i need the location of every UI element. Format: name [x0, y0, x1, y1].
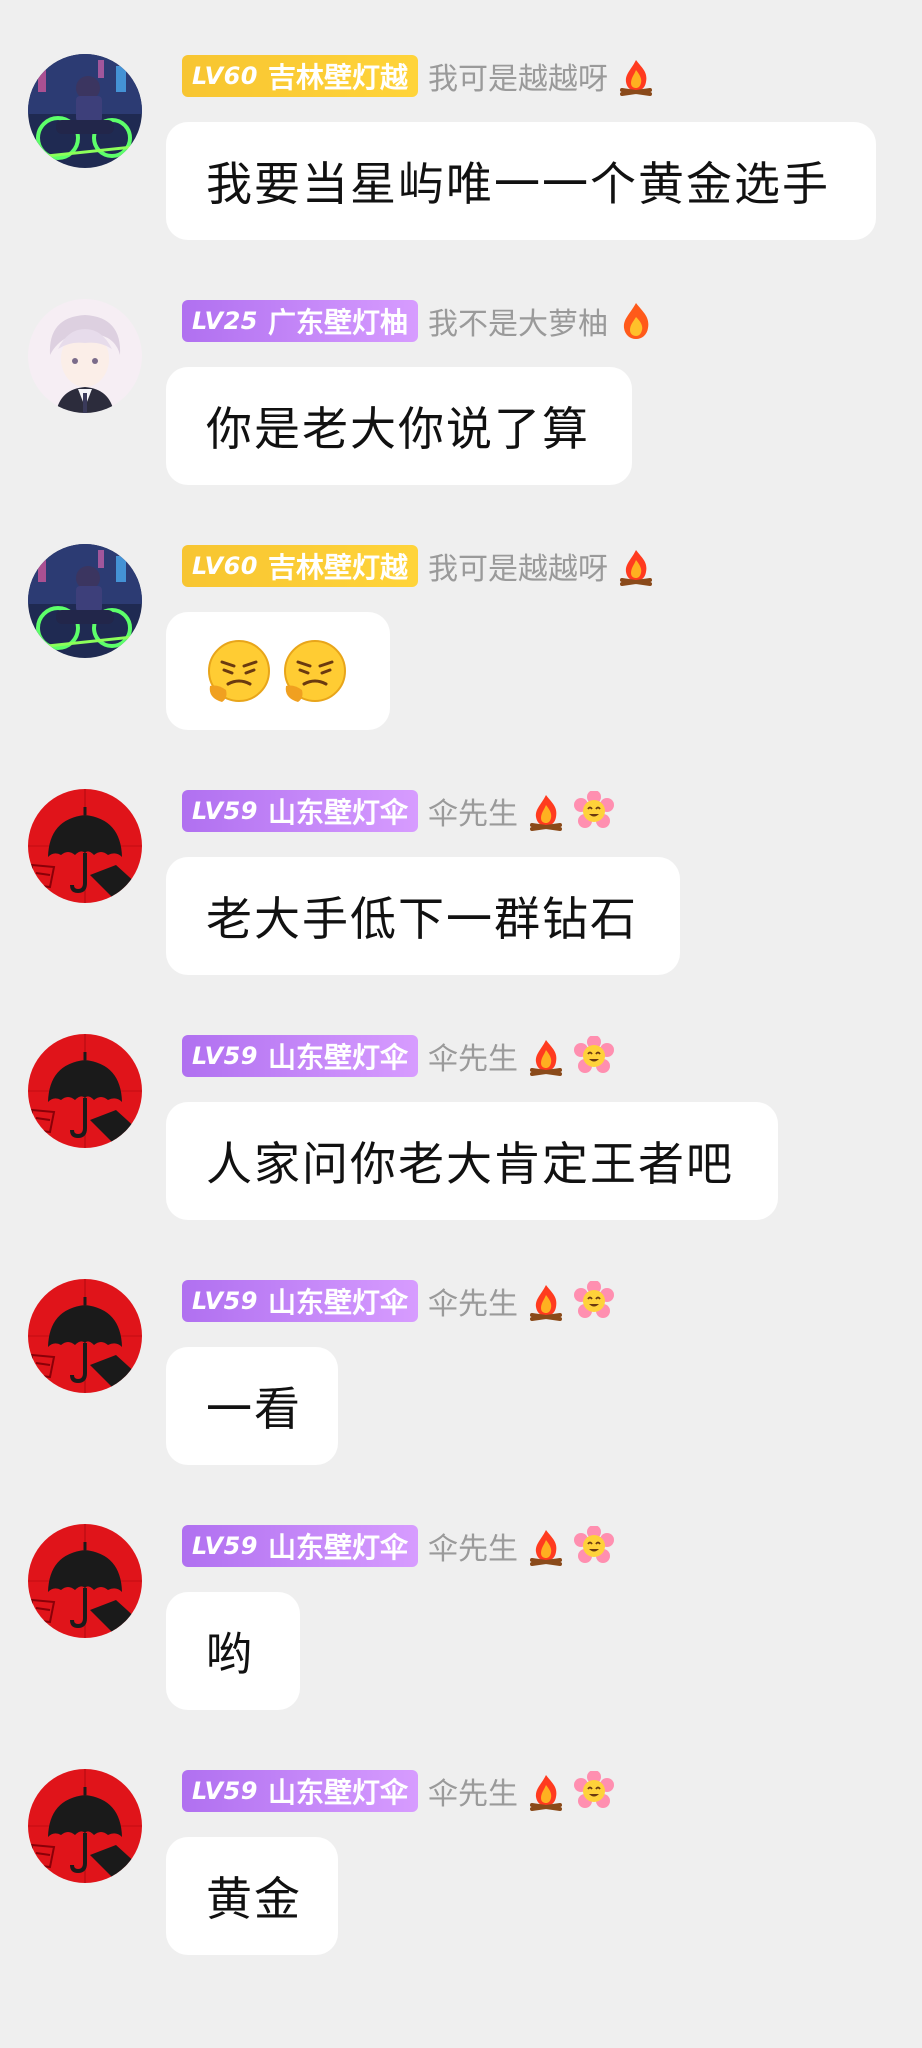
flower-face-icon — [574, 1771, 614, 1811]
message-bubble[interactable]: 你是老大你说了算 — [166, 367, 632, 485]
level-badge: LV59 山东壁灯伞 — [182, 790, 418, 832]
umbrella-avatar-image — [28, 1524, 142, 1638]
badge-title: 山东壁灯伞 — [267, 796, 408, 829]
message-header: LV60 吉林壁灯越 我可是越越呀 — [182, 544, 656, 588]
emoji-row — [206, 638, 348, 704]
campfire-icon — [616, 56, 656, 96]
nickname[interactable]: 伞先生 — [428, 1034, 518, 1078]
avatar[interactable] — [28, 54, 142, 168]
message-text: 你是老大你说了算 — [206, 402, 590, 456]
message-header: LV59 山东壁灯伞 伞先生 — [182, 1769, 614, 1813]
level-text: LV60 — [192, 552, 258, 580]
nickname[interactable]: 伞先生 — [428, 1524, 518, 1568]
campfire-icon — [526, 1526, 566, 1566]
avatar[interactable] — [28, 1524, 142, 1638]
message-bubble[interactable]: 我要当星屿唯一一个黄金选手 — [166, 122, 876, 240]
chat-message: LV59 山东壁灯伞 伞先生 一看 — [0, 1279, 922, 1519]
message-bubble[interactable]: 哟 — [166, 1592, 300, 1710]
flower-face-icon — [574, 1281, 614, 1321]
avatar[interactable] — [28, 1279, 142, 1393]
avatar[interactable] — [28, 789, 142, 903]
message-text: 老大手低下一群钻石 — [206, 892, 638, 946]
message-header: LV59 山东壁灯伞 伞先生 — [182, 1279, 614, 1323]
message-text: 我要当星屿唯一一个黄金选手 — [206, 157, 830, 211]
umbrella-avatar-image — [28, 1034, 142, 1148]
umbrella-avatar-image — [28, 789, 142, 903]
badge-title: 山东壁灯伞 — [267, 1531, 408, 1564]
frowning-face-emoji — [206, 638, 272, 704]
message-bubble[interactable]: 黄金 — [166, 1837, 338, 1955]
chat-message: LV59 山东壁灯伞 伞先生 人家问你老大肯定王者吧 — [0, 1034, 922, 1274]
chat-message: LV59 山东壁灯伞 伞先生 老大手低下一群钻石 — [0, 789, 922, 1029]
nickname[interactable]: 我可是越越呀 — [428, 544, 608, 588]
level-badge: LV59 山东壁灯伞 — [182, 1770, 418, 1812]
cyberpunk-biker-avatar-image — [28, 544, 142, 658]
message-bubble[interactable] — [166, 612, 390, 730]
message-text: 黄金 — [206, 1872, 302, 1926]
level-badge: LV59 山东壁灯伞 — [182, 1525, 418, 1567]
badge-title: 山东壁灯伞 — [267, 1776, 408, 1809]
umbrella-avatar-image — [28, 1279, 142, 1393]
level-text: LV59 — [192, 797, 258, 825]
campfire-icon — [526, 1036, 566, 1076]
chat-message: LV60 吉林壁灯越 我可是越越呀 我要当星屿唯一一个黄金选手 — [0, 54, 922, 294]
cyberpunk-biker-avatar-image — [28, 54, 142, 168]
avatar[interactable] — [28, 544, 142, 658]
avatar[interactable] — [28, 1769, 142, 1883]
nickname[interactable]: 伞先生 — [428, 1279, 518, 1323]
badge-title: 吉林壁灯越 — [267, 551, 408, 584]
campfire-icon — [616, 546, 656, 586]
message-bubble[interactable]: 人家问你老大肯定王者吧 — [166, 1102, 778, 1220]
campfire-icon — [526, 791, 566, 831]
message-header: LV25 广东壁灯柚 我不是大萝柚 — [182, 299, 656, 343]
avatar[interactable] — [28, 1034, 142, 1148]
message-bubble[interactable]: 老大手低下一群钻石 — [166, 857, 680, 975]
level-badge: LV60 吉林壁灯越 — [182, 545, 418, 587]
anime-boy-avatar-image — [28, 299, 142, 413]
badge-title: 山东壁灯伞 — [267, 1041, 408, 1074]
level-text: LV59 — [192, 1287, 258, 1315]
message-text: 哟 — [206, 1627, 254, 1681]
message-header: LV60 吉林壁灯越 我可是越越呀 — [182, 54, 656, 98]
message-text: 人家问你老大肯定王者吧 — [206, 1137, 734, 1191]
level-text: LV25 — [192, 307, 258, 335]
flower-face-icon — [574, 1036, 614, 1076]
flower-face-icon — [574, 791, 614, 831]
nickname[interactable]: 我可是越越呀 — [428, 54, 608, 98]
chat-message: LV59 山东壁灯伞 伞先生 黄金 — [0, 1769, 922, 2009]
level-text: LV60 — [192, 62, 258, 90]
level-badge: LV59 山东壁灯伞 — [182, 1280, 418, 1322]
level-text: LV59 — [192, 1777, 258, 1805]
message-header: LV59 山东壁灯伞 伞先生 — [182, 1034, 614, 1078]
level-badge: LV59 山东壁灯伞 — [182, 1035, 418, 1077]
message-bubble[interactable]: 一看 — [166, 1347, 338, 1465]
message-text: 一看 — [206, 1382, 302, 1436]
message-header: LV59 山东壁灯伞 伞先生 — [182, 789, 614, 833]
message-header: LV59 山东壁灯伞 伞先生 — [182, 1524, 614, 1568]
badge-title: 广东壁灯柚 — [267, 306, 408, 339]
badge-title: 山东壁灯伞 — [267, 1286, 408, 1319]
avatar[interactable] — [28, 299, 142, 413]
level-badge: LV60 吉林壁灯越 — [182, 55, 418, 97]
nickname[interactable]: 伞先生 — [428, 789, 518, 833]
flame-icon — [616, 301, 656, 341]
campfire-icon — [526, 1281, 566, 1321]
level-text: LV59 — [192, 1532, 258, 1560]
umbrella-avatar-image — [28, 1769, 142, 1883]
nickname[interactable]: 伞先生 — [428, 1769, 518, 1813]
level-badge: LV25 广东壁灯柚 — [182, 300, 418, 342]
campfire-icon — [526, 1771, 566, 1811]
chat-message: LV60 吉林壁灯越 我可是越越呀 — [0, 544, 922, 784]
flower-face-icon — [574, 1526, 614, 1566]
chat-message: LV59 山东壁灯伞 伞先生 哟 — [0, 1524, 922, 1764]
frowning-face-emoji — [282, 638, 348, 704]
level-text: LV59 — [192, 1042, 258, 1070]
nickname[interactable]: 我不是大萝柚 — [428, 299, 608, 343]
badge-title: 吉林壁灯越 — [267, 61, 408, 94]
chat-message: LV25 广东壁灯柚 我不是大萝柚 你是老大你说了算 — [0, 299, 922, 539]
